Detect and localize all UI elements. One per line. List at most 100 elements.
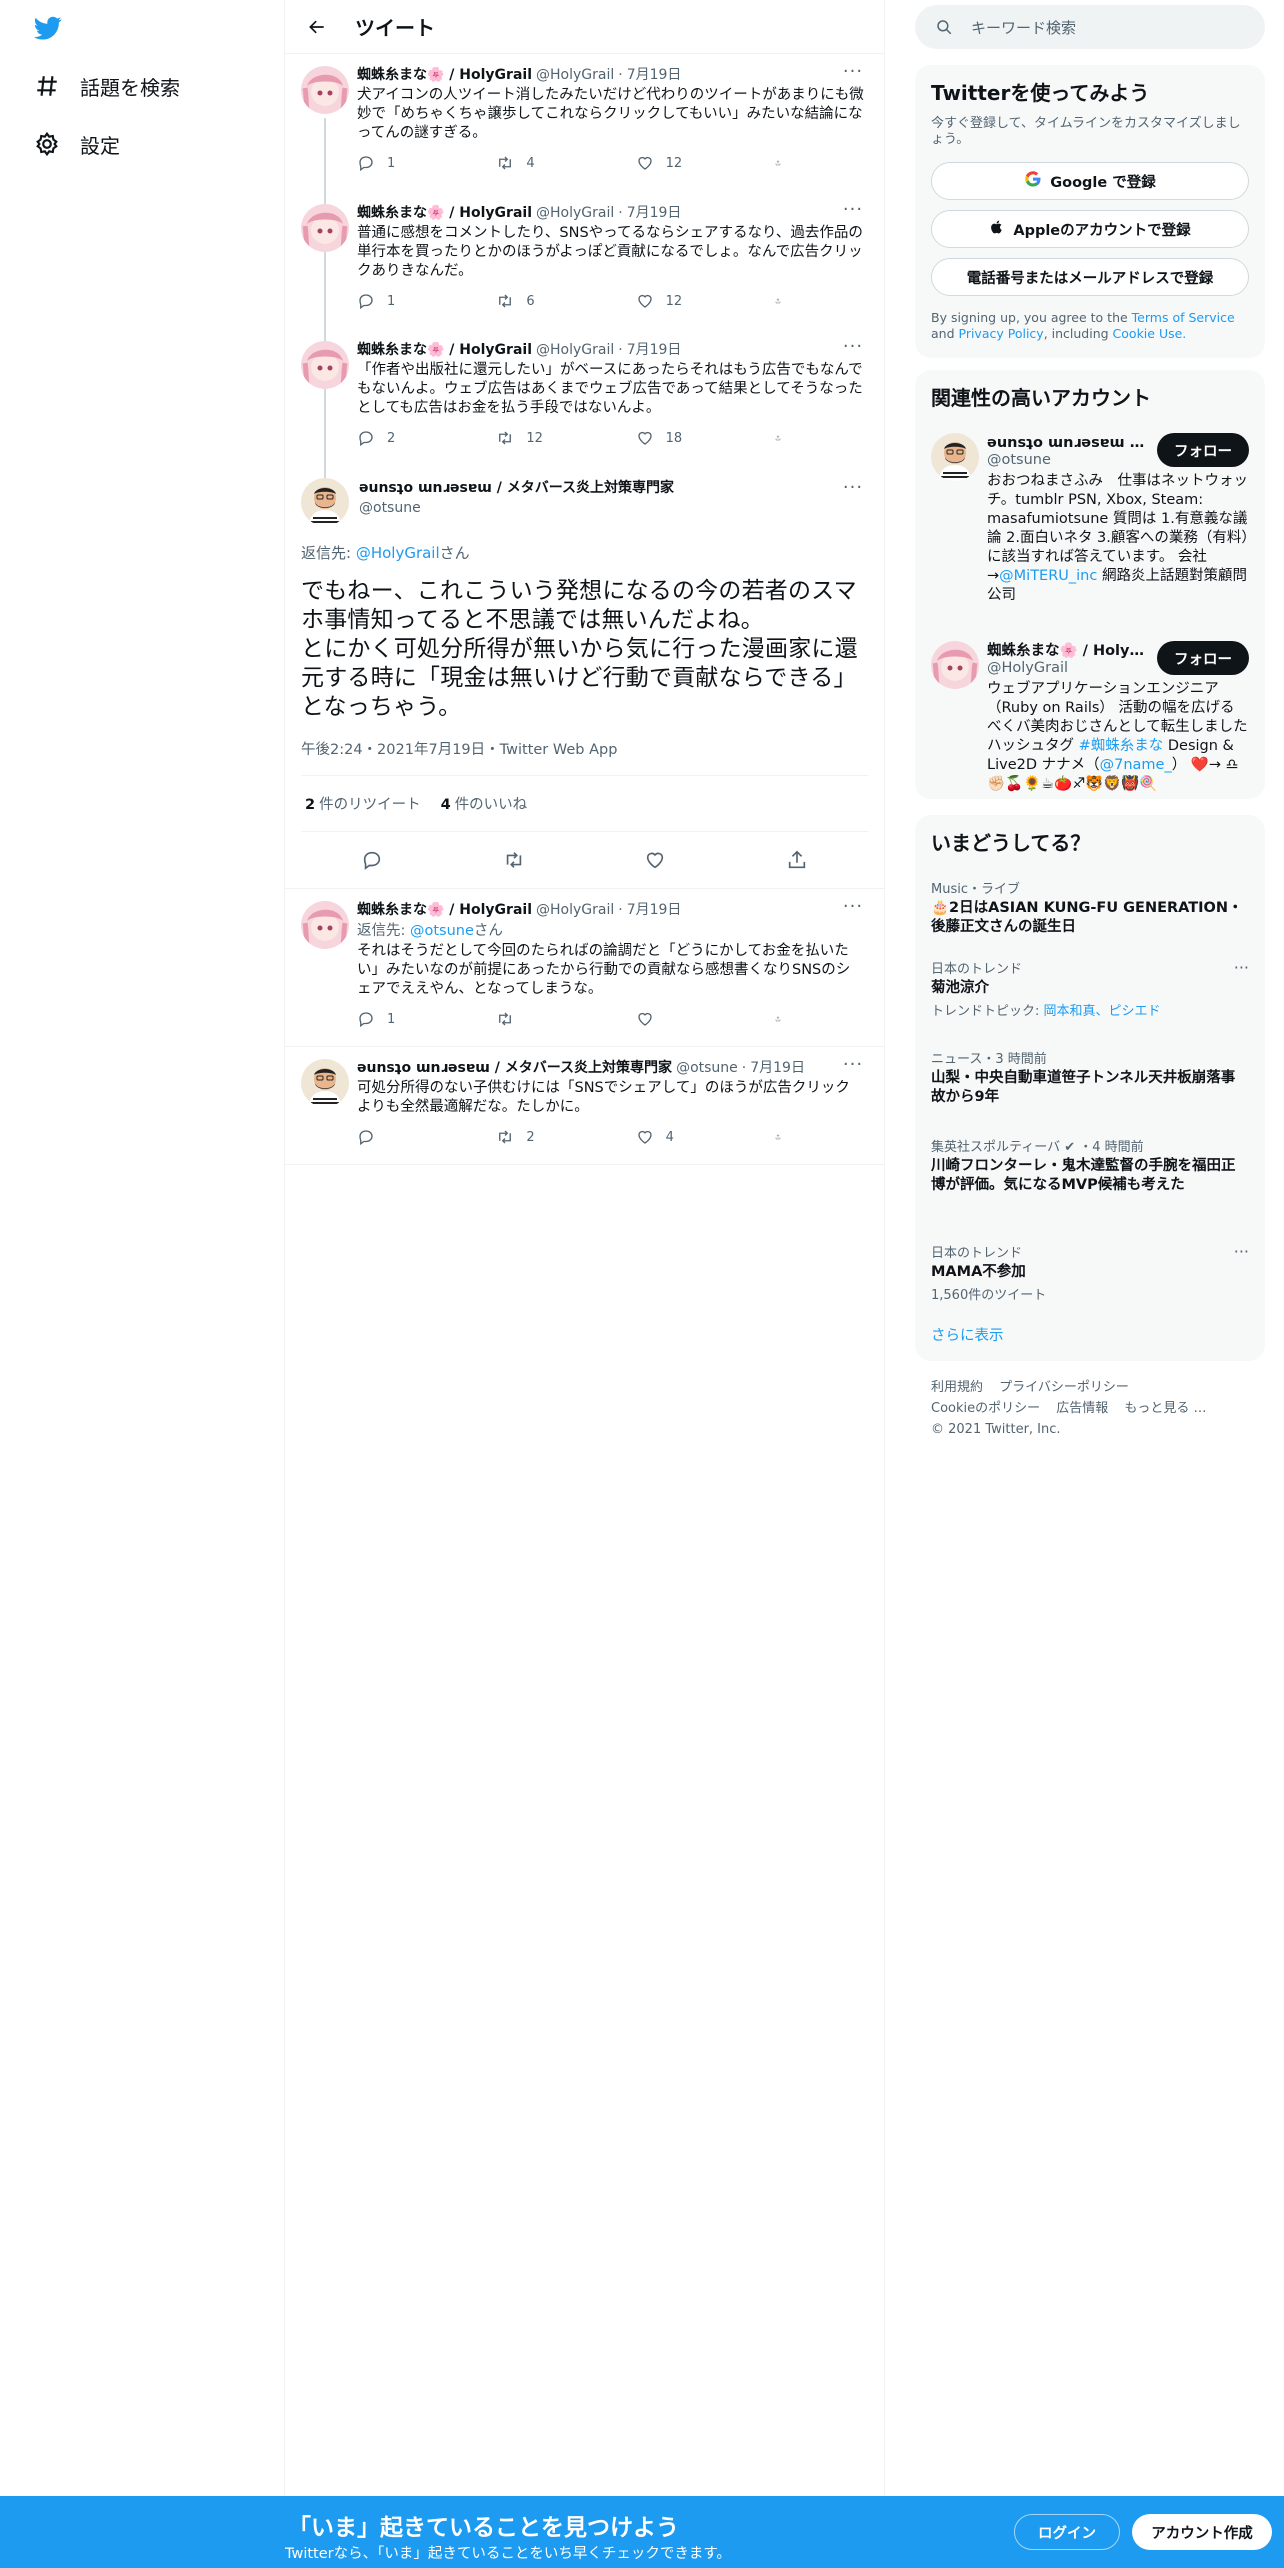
follow-button[interactable]: フォロー bbox=[1157, 433, 1249, 467]
tweet[interactable]: 蜘蛛糸まな🌸 / HolyGrail @HolyGrail · 7月19日 ··… bbox=[285, 329, 884, 466]
reply-to-link[interactable]: @otsune bbox=[410, 923, 474, 939]
like-button[interactable] bbox=[636, 1010, 736, 1028]
tweet-timestamp[interactable]: 午後2:24・2021年7月19日・Twitter Web App bbox=[301, 738, 868, 776]
retweet-button[interactable]: 2 bbox=[496, 1128, 596, 1146]
footer-link[interactable]: 広告情報 bbox=[1056, 1401, 1108, 1416]
retweet-button[interactable]: 12 bbox=[496, 429, 596, 447]
phone-email-signup-button[interactable]: 電話番号またはメールアドレスで登録 bbox=[931, 258, 1249, 296]
more-options-icon[interactable]: ··· bbox=[838, 338, 868, 361]
retweet-button[interactable]: 4 bbox=[496, 154, 596, 172]
author-handle[interactable]: @HolyGrail bbox=[536, 901, 614, 919]
heart-icon[interactable] bbox=[644, 849, 666, 871]
author-name[interactable]: 蜘蛛糸まな🌸 / HolyGrail bbox=[357, 901, 532, 919]
author-name[interactable]: ǝunsʇo ɯnɹǝsɐɯ / メタバース炎上対策専門家 bbox=[357, 1059, 672, 1077]
follow-button[interactable]: フォロー bbox=[1157, 641, 1249, 675]
twitter-logo-icon[interactable] bbox=[32, 14, 64, 42]
like-count[interactable]: 4 件のいいね bbox=[441, 793, 528, 814]
tweet[interactable]: ǝunsʇo ɯnɹǝsɐɯ / メタバース炎上対策専門家 @otsune · … bbox=[285, 1047, 884, 1165]
share-button[interactable] bbox=[775, 1128, 793, 1146]
cookie-link[interactable]: Cookie Use. bbox=[1113, 326, 1187, 341]
trend-item[interactable]: 集英社スポルティーバ ✔ ・4 時間前 川崎フロンターレ・鬼木達監督の手腕を福田… bbox=[915, 1124, 1265, 1230]
avatar[interactable] bbox=[301, 204, 349, 252]
tweet-date[interactable]: 7月19日 bbox=[627, 901, 682, 919]
tweet-date[interactable]: 7月19日 bbox=[627, 341, 682, 359]
account-name[interactable]: 蜘蛛糸まな🌸 / HolyGrail bbox=[987, 639, 1147, 660]
author-handle[interactable]: @HolyGrail bbox=[536, 66, 614, 84]
back-arrow-icon[interactable] bbox=[299, 9, 335, 45]
more-options-icon[interactable]: ··· bbox=[1234, 958, 1249, 977]
avatar[interactable] bbox=[301, 901, 349, 949]
author-handle[interactable]: @otsune bbox=[359, 498, 674, 518]
tweet[interactable]: 蜘蛛糸まな🌸 / HolyGrail @HolyGrail · 7月19日 ··… bbox=[285, 192, 884, 329]
more-options-icon[interactable]: ··· bbox=[838, 479, 868, 502]
like-button[interactable]: 12 bbox=[636, 154, 736, 172]
share-button[interactable] bbox=[775, 429, 793, 447]
nav-settings[interactable]: 設定 bbox=[30, 118, 120, 170]
bio-link[interactable]: @7name_ bbox=[1100, 757, 1172, 773]
author-handle[interactable]: @HolyGrail bbox=[536, 204, 614, 222]
footer-link[interactable]: Cookieのポリシー bbox=[931, 1401, 1040, 1416]
reply-button[interactable]: 2 bbox=[357, 429, 457, 447]
tweet-date[interactable]: 7月19日 bbox=[750, 1059, 805, 1077]
bio-hashtag-link[interactable]: #蜘蛛糸まな bbox=[1079, 738, 1164, 754]
share-button[interactable] bbox=[775, 292, 793, 310]
reply-button[interactable]: 1 bbox=[357, 154, 457, 172]
login-button[interactable]: ログイン bbox=[1014, 2514, 1120, 2550]
avatar[interactable] bbox=[301, 478, 349, 526]
retweet-icon[interactable] bbox=[503, 849, 525, 871]
more-options-icon[interactable]: ··· bbox=[838, 63, 868, 86]
like-button[interactable]: 4 bbox=[636, 1128, 736, 1146]
footer-link[interactable]: もっと見る … bbox=[1124, 1401, 1206, 1416]
avatar[interactable] bbox=[931, 641, 979, 689]
author-handle[interactable]: @otsune bbox=[676, 1059, 738, 1077]
avatar[interactable] bbox=[931, 433, 979, 481]
more-options-icon[interactable]: ··· bbox=[838, 201, 868, 224]
account-card[interactable]: ǝunsʇo ɯnɹǝsɐɯ / メタバース炎上対策専門家 @otsune フォ… bbox=[915, 421, 1265, 629]
author-name[interactable]: 蜘蛛糸まな🌸 / HolyGrail bbox=[357, 204, 532, 222]
bio-link[interactable]: @MiTERU_inc bbox=[999, 568, 1097, 584]
author-handle[interactable]: @HolyGrail bbox=[536, 341, 614, 359]
nav-explore[interactable]: 話題を検索 bbox=[30, 60, 180, 112]
author-name[interactable]: 蜘蛛糸まな🌸 / HolyGrail bbox=[357, 66, 532, 84]
reply-button[interactable] bbox=[357, 1128, 457, 1146]
avatar[interactable] bbox=[301, 66, 349, 114]
retweet-button[interactable] bbox=[496, 1010, 596, 1028]
signup-button[interactable]: アカウント作成 bbox=[1132, 2514, 1272, 2550]
tweet[interactable]: 蜘蛛糸まな🌸 / HolyGrail @HolyGrail · 7月19日 ··… bbox=[285, 889, 884, 1047]
privacy-link[interactable]: Privacy Policy bbox=[959, 326, 1044, 341]
share-button[interactable] bbox=[775, 154, 793, 172]
reply-button[interactable]: 1 bbox=[357, 1010, 457, 1028]
tweet[interactable]: 蜘蛛糸まな🌸 / HolyGrail @HolyGrail · 7月19日 ··… bbox=[285, 54, 884, 192]
reply-button[interactable]: 1 bbox=[357, 292, 457, 310]
trend-item[interactable]: 日本のトレンド 菊池涼介 トレンドトピック: 岡本和真、ピシエド ··· bbox=[915, 946, 1265, 1036]
retweet-count[interactable]: 2 件のリツイート bbox=[305, 793, 421, 814]
terms-link[interactable]: Terms of Service bbox=[1132, 310, 1235, 325]
share-icon[interactable] bbox=[786, 849, 808, 871]
reply-to-link[interactable]: @HolyGrail bbox=[356, 544, 440, 562]
footer-link[interactable]: プライバシーポリシー bbox=[999, 1380, 1129, 1395]
tweet-date[interactable]: 7月19日 bbox=[627, 66, 682, 84]
google-signup-button[interactable]: Google で登録 bbox=[931, 162, 1249, 200]
show-more-link[interactable]: さらに表示 bbox=[915, 1308, 1265, 1361]
trend-item[interactable]: 日本のトレンド MAMA不参加 1,560件のツイート ··· bbox=[915, 1230, 1265, 1308]
account-card[interactable]: 蜘蛛糸まな🌸 / HolyGrail @HolyGrail フォロー ウェブアプ… bbox=[915, 629, 1265, 799]
trend-item[interactable]: ニュース・3 時間前 山梨・中央自動車道笹子トンネル天井板崩落事故から9年 bbox=[915, 1036, 1265, 1124]
reply-icon[interactable] bbox=[361, 849, 383, 871]
footer-link[interactable]: 利用規約 bbox=[931, 1380, 983, 1395]
author-name[interactable]: 蜘蛛糸まな🌸 / HolyGrail bbox=[357, 341, 532, 359]
more-options-icon[interactable]: ··· bbox=[838, 1056, 868, 1079]
more-options-icon[interactable]: ··· bbox=[1234, 1242, 1249, 1261]
share-button[interactable] bbox=[775, 1010, 793, 1028]
apple-signup-button[interactable]: Appleのアカウントで登録 bbox=[931, 210, 1249, 248]
avatar[interactable] bbox=[301, 1059, 349, 1107]
avatar[interactable] bbox=[301, 341, 349, 389]
trend-item[interactable]: Music・ライブ 🎂2日はASIAN KUNG-FU GENERATION・後… bbox=[915, 866, 1265, 946]
search-input[interactable]: キーワード検索 bbox=[915, 5, 1265, 49]
like-button[interactable]: 18 bbox=[636, 429, 736, 447]
author-name[interactable]: ǝunsʇo ɯnɹǝsɐɯ / メタバース炎上対策専門家 bbox=[359, 478, 674, 498]
tweet-date[interactable]: 7月19日 bbox=[627, 204, 682, 222]
retweet-button[interactable]: 6 bbox=[496, 292, 596, 310]
like-button[interactable]: 12 bbox=[636, 292, 736, 310]
account-name[interactable]: ǝunsʇo ɯnɹǝsɐɯ / メタバース炎上対策専門家 bbox=[987, 431, 1147, 452]
trend-topic-link[interactable]: 岡本和真、ピシエド bbox=[1044, 1004, 1161, 1019]
